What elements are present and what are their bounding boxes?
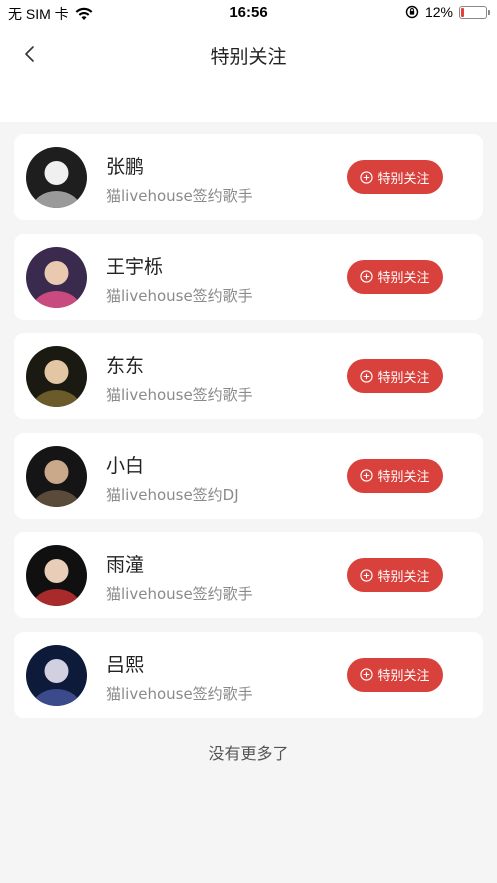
artist-description: 猫livehouse签约歌手 [106,684,253,703]
battery-percent: 12% [424,4,453,20]
plus-circle-icon [360,668,374,681]
nav-bar: 特别关注 [0,26,497,122]
avatar-image [26,445,87,507]
avatar[interactable] [26,246,87,308]
special-follow-label: 特别关注 [377,669,430,684]
artist-name: 吕熙 [106,653,145,676]
page-title: 特别关注 [210,46,287,68]
end-of-list-text: 没有更多了 [208,744,289,763]
avatar-image [26,246,87,308]
list-item[interactable]: 小白 猫livehouse签约DJ 特别关注 [14,432,483,519]
artist-name: 张鹏 [106,156,145,178]
special-follow-button[interactable]: 特别关注 [347,558,443,592]
special-follow-label: 特别关注 [377,271,430,286]
avatar[interactable] [26,147,87,208]
artist-description: 猫livehouse签约歌手 [106,187,253,205]
artist-name: 王宇栎 [106,255,164,278]
special-follow-label: 特别关注 [377,171,430,187]
artist-name: 小白 [106,454,145,477]
avatar[interactable] [26,644,87,706]
avatar[interactable] [26,445,87,507]
avatar[interactable] [26,346,87,407]
list-item[interactable]: 吕熙 猫livehouse签约歌手 特别关注 [14,631,483,718]
avatar-image [26,346,87,407]
list-item[interactable]: 张鹏 猫livehouse签约歌手 特别关注 [14,134,483,220]
special-follow-label: 特别关注 [377,370,430,386]
artist-description: 猫livehouse签约歌手 [106,585,253,603]
battery-fill [461,7,464,17]
special-follow-button[interactable]: 特别关注 [347,458,443,493]
status-right: 12% [405,4,490,20]
artist-name: 雨潼 [106,554,145,576]
artist-description: 猫livehouse签约歌手 [106,286,253,305]
special-follow-button[interactable]: 特别关注 [347,259,443,294]
battery-icon [459,5,490,19]
artist-description: 猫livehouse签约DJ [106,485,239,504]
orientation-lock-icon [405,5,419,19]
special-follow-label: 特别关注 [377,470,430,485]
list-item[interactable]: 王宇栎 猫livehouse签约歌手 特别关注 [14,233,483,320]
special-follow-label: 特别关注 [377,569,430,585]
artist-description: 猫livehouse签约歌手 [106,386,253,404]
list-item[interactable]: 雨潼 猫livehouse签约歌手 特别关注 [14,532,483,618]
special-follow-button[interactable]: 特别关注 [347,657,443,692]
status-bar: 无 SIM 卡 16:56 12% [0,0,497,26]
special-follow-button[interactable]: 特别关注 [347,160,443,194]
plus-circle-icon [360,469,374,482]
follow-list: 张鹏 猫livehouse签约歌手 特别关注 王宇栎 猫livehouse签约歌… [14,134,483,731]
list-item[interactable]: 东东 猫livehouse签约歌手 特别关注 [14,333,483,419]
avatar[interactable] [26,545,87,606]
plus-circle-icon [360,568,374,582]
avatar-image [26,545,87,606]
plus-circle-icon [360,170,374,184]
special-follow-button[interactable]: 特别关注 [347,359,443,393]
plus-circle-icon [360,270,374,283]
avatar-image [26,644,87,706]
plus-circle-icon [360,369,374,383]
avatar-image [26,147,87,208]
artist-name: 东东 [106,355,145,377]
